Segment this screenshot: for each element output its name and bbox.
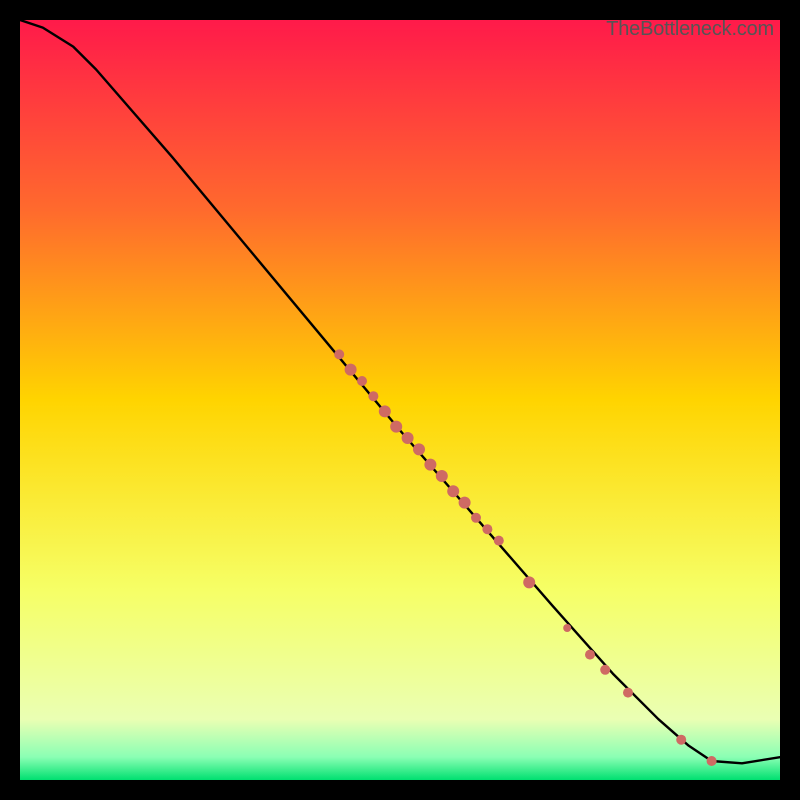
data-point xyxy=(368,391,378,401)
plot-area: TheBottleneck.com xyxy=(20,20,780,780)
data-point xyxy=(357,376,367,386)
watermark-text: TheBottleneck.com xyxy=(606,18,774,41)
chart-frame: TheBottleneck.com xyxy=(0,0,800,800)
data-point xyxy=(413,443,425,455)
data-point xyxy=(379,405,391,417)
data-point xyxy=(563,624,571,632)
data-point xyxy=(424,459,436,471)
data-point xyxy=(390,421,402,433)
data-point xyxy=(585,650,595,660)
data-point xyxy=(345,364,357,376)
data-point xyxy=(623,688,633,698)
data-point xyxy=(707,756,717,766)
data-point xyxy=(494,536,504,546)
data-point xyxy=(676,735,686,745)
data-point xyxy=(459,497,471,509)
chart-background xyxy=(20,20,780,780)
data-point xyxy=(471,513,481,523)
data-point xyxy=(523,576,535,588)
data-point xyxy=(482,524,492,534)
chart-svg xyxy=(20,20,780,780)
data-point xyxy=(436,470,448,482)
data-point xyxy=(334,349,344,359)
data-point xyxy=(447,485,459,497)
data-point xyxy=(600,665,610,675)
data-point xyxy=(402,432,414,444)
